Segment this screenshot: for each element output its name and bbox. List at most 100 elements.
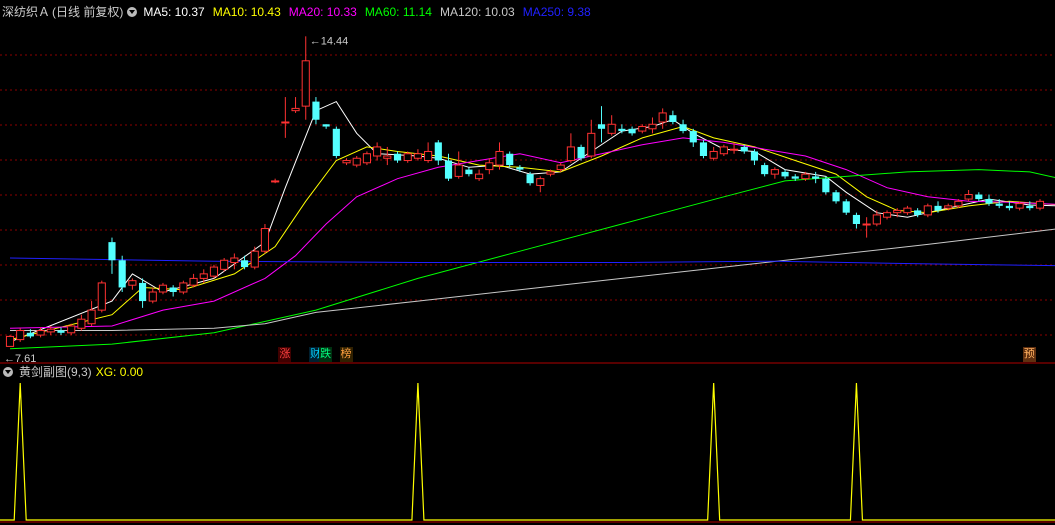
candle	[689, 128, 697, 147]
candle	[719, 144, 728, 156]
chevron-down-icon[interactable]	[127, 7, 138, 17]
candle-body-up	[495, 150, 504, 166]
candle-body-down	[699, 142, 708, 156]
candle-body-up	[301, 60, 310, 107]
candle-body-down	[985, 199, 993, 204]
candle	[16, 328, 25, 342]
candle-body-down	[832, 192, 840, 202]
candle	[832, 190, 840, 204]
candle-body-up	[638, 126, 647, 132]
candle	[362, 151, 372, 166]
candle-body-down	[434, 142, 442, 161]
ma-legend: MA5: 10.37 MA10: 10.43 MA20: 10.33 MA60: 11…	[143, 2, 598, 22]
candle	[260, 224, 270, 254]
xg-value: XG: 0.00	[95, 365, 144, 379]
candle-body-down	[139, 282, 147, 302]
candle	[709, 146, 718, 161]
candle-body-up	[770, 169, 779, 175]
candle	[87, 301, 96, 326]
candle-body-up	[862, 223, 871, 226]
candle-body-down	[750, 151, 759, 161]
candle-body-down	[597, 124, 606, 129]
candle-body-down	[618, 128, 626, 132]
candle-body-up	[801, 173, 810, 180]
ma-legend-item: MA60: 11.14	[364, 5, 432, 19]
candle	[322, 124, 330, 129]
candle	[658, 108, 667, 129]
candle	[750, 149, 759, 166]
candle	[618, 124, 626, 134]
candle-body-up	[536, 178, 545, 186]
candle	[475, 169, 484, 181]
stock-name: 深纺织Ａ	[2, 5, 51, 19]
candle-body-down	[393, 153, 402, 161]
candle	[812, 171, 820, 184]
candle-body-up	[893, 209, 902, 214]
candle-body-up	[128, 280, 137, 286]
candle	[250, 246, 259, 270]
xg-line	[0, 382, 1055, 521]
candle-body-up	[199, 273, 208, 279]
candle-body-up	[964, 194, 973, 200]
candle	[230, 253, 239, 270]
candle	[158, 282, 168, 295]
candle	[97, 280, 106, 313]
candle	[536, 176, 545, 193]
candle-body-up	[281, 121, 290, 124]
candle-body-up	[587, 132, 596, 157]
moving-average-lines	[9, 100, 1055, 350]
candle	[128, 278, 137, 290]
candle	[506, 151, 514, 168]
event-tag[interactable]: 预	[1022, 347, 1036, 362]
ma-legend-item: MA10: 10.43	[212, 5, 281, 19]
candle	[648, 117, 657, 134]
candle-body-up	[546, 171, 555, 175]
candle-body-up	[77, 318, 86, 329]
candle	[607, 115, 616, 136]
candle-body-down	[679, 124, 687, 132]
candle	[189, 273, 198, 288]
candle-body-up	[250, 250, 259, 268]
candle-body-down	[169, 287, 177, 292]
candle-body-up	[882, 212, 892, 218]
candle-body-up	[158, 284, 168, 293]
ma-legend-item: MA5: 10.37	[143, 5, 205, 19]
ma-legend-item: MA250: 9.38	[522, 5, 591, 19]
candle	[822, 176, 830, 195]
candle-body-down	[577, 146, 585, 159]
candle	[465, 167, 473, 177]
event-tag[interactable]: 涨	[278, 347, 292, 362]
candle	[1035, 199, 1045, 211]
candle-body-up	[5, 335, 15, 347]
candle	[587, 119, 596, 159]
candle	[312, 97, 320, 125]
ma-legend-item: MA20: 10.33	[288, 5, 357, 19]
candle	[179, 280, 188, 295]
candle-body-down	[108, 242, 116, 261]
ma-line-ma5	[9, 100, 1055, 343]
candle-body-up	[1015, 203, 1024, 209]
candle-body-up	[209, 266, 219, 277]
candle	[209, 264, 219, 279]
candle-body-down	[312, 101, 320, 120]
candle	[862, 217, 871, 238]
candle-body-down	[57, 330, 65, 333]
candle-body-down	[812, 176, 820, 179]
candle-body-down	[322, 124, 330, 127]
candle-body-down	[628, 128, 636, 134]
candle-body-up	[566, 146, 575, 162]
candle-body-up	[373, 146, 382, 157]
candle	[628, 126, 636, 136]
candle	[577, 144, 585, 161]
candle-body-down	[516, 167, 524, 170]
candle	[271, 178, 280, 184]
main-chart-header: 深纺织Ａ (日线 前复权) MA5: 10.37 MA10: 10.43 MA20:…	[0, 2, 599, 22]
candle-body-up	[67, 325, 76, 334]
candle-body-up	[923, 205, 932, 216]
chevron-down-icon[interactable]	[3, 367, 13, 377]
event-tag[interactable]: 榜	[339, 347, 353, 362]
candle-body-down	[934, 205, 942, 211]
candle-body-up	[944, 205, 953, 209]
candle-body-up	[648, 123, 657, 130]
event-tag[interactable]: 跌	[319, 347, 333, 362]
